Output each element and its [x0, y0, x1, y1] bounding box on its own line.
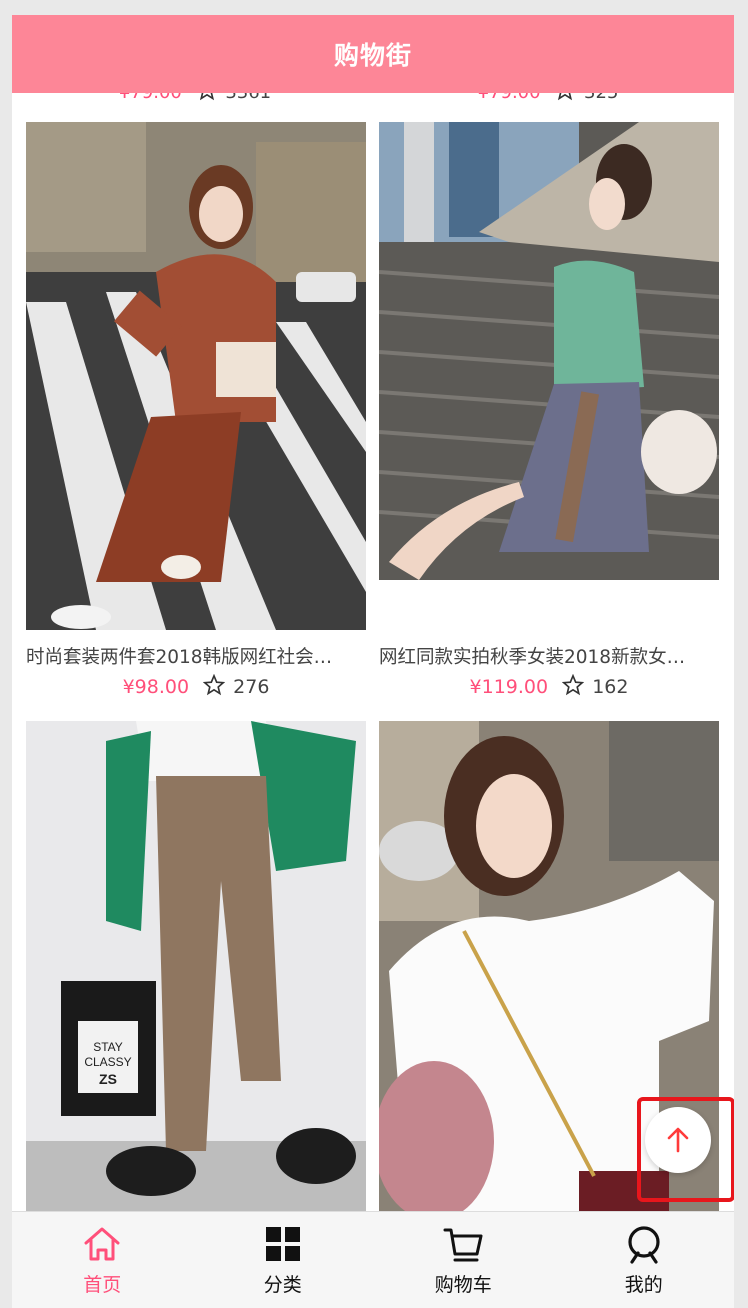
tab-category[interactable]: 分类	[193, 1212, 374, 1308]
tab-label: 首页	[83, 1274, 122, 1296]
goods-title: 网红同款实拍秋季女装2018新款女…	[379, 647, 686, 668]
grid-icon	[265, 1227, 300, 1261]
goods-title: 时尚套装两件套2018韩版网红社会…	[26, 647, 333, 668]
goods-item[interactable]: 时尚套装两件套2018韩版网红社会… ¥98.00 276	[26, 122, 366, 700]
goods-image[interactable]: STAY CLASSY ZS	[26, 721, 366, 1221]
goods-item[interactable]: 网红同款实拍秋季女装2018新款女… ¥119.00 162	[379, 122, 719, 700]
star-icon	[562, 674, 585, 696]
goods-image-stairs-outfit	[379, 122, 719, 580]
tab-label: 分类	[263, 1274, 302, 1296]
profile-icon	[628, 1226, 660, 1264]
svg-text:CLASSY: CLASSY	[84, 1055, 131, 1069]
page-title: 购物街	[333, 41, 412, 70]
goods-collect-count: 276	[233, 676, 270, 698]
tab-home[interactable]: 首页	[12, 1212, 193, 1308]
tab-label: 购物车	[434, 1274, 492, 1296]
svg-text:STAY: STAY	[93, 1040, 123, 1054]
goods-image-corduroy-pants: STAY CLASSY ZS	[26, 721, 366, 1221]
goods-meta: ¥98.00 276	[26, 674, 366, 700]
cart-icon	[443, 1228, 483, 1262]
tab-label: 我的	[624, 1274, 663, 1296]
goods-image[interactable]	[26, 122, 366, 630]
back-to-top-button[interactable]	[645, 1107, 711, 1173]
star-icon	[203, 674, 226, 696]
goods-price: ¥119.00	[469, 676, 549, 698]
goods-meta: ¥119.00 162	[379, 674, 719, 700]
tab-bar: 首页 分类 购物车 我的	[12, 1211, 734, 1308]
goods-image-street-outfit	[26, 122, 366, 630]
goods-item[interactable]: STAY CLASSY ZS	[26, 721, 366, 1221]
home-icon	[84, 1227, 120, 1261]
goods-collect-count: 162	[592, 676, 629, 698]
tab-profile[interactable]: 我的	[554, 1212, 735, 1308]
goods-image[interactable]	[379, 122, 719, 580]
arrow-up-icon	[667, 1127, 689, 1153]
tab-cart[interactable]: 购物车	[373, 1212, 554, 1308]
nav-bar: 购物街	[12, 15, 734, 93]
svg-text:ZS: ZS	[99, 1071, 117, 1087]
goods-price: ¥98.00	[122, 676, 190, 698]
app-screen: 购物街 ¥79.00 3361 ¥79.00 325	[12, 15, 734, 1308]
